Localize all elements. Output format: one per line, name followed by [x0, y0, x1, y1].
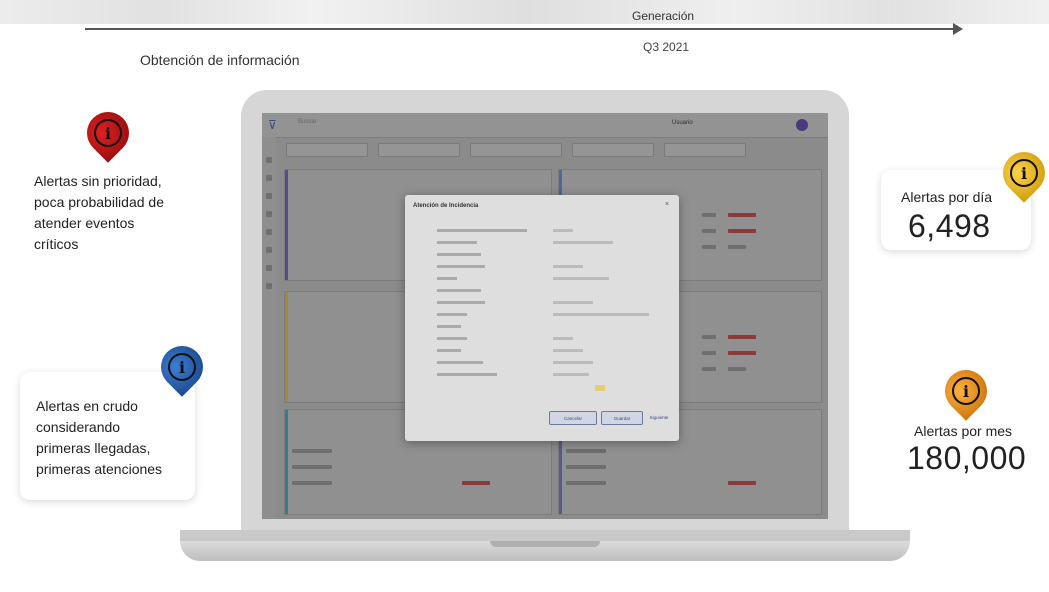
table-cell	[292, 465, 332, 469]
sidebar-item-home-icon[interactable]	[266, 157, 272, 163]
table-cell	[566, 481, 606, 485]
modal-field-value	[553, 229, 573, 232]
sidebar-item-help-icon[interactable]	[266, 283, 272, 289]
save-button[interactable]: Guardar	[601, 411, 643, 425]
table-cell	[702, 245, 716, 249]
timeline-line	[85, 28, 953, 30]
modal-field-label	[437, 301, 485, 304]
app-user-menu[interactable]: Usuario	[672, 120, 693, 126]
table-cell	[292, 481, 332, 485]
timeline-generacion-label: Generación	[632, 9, 695, 23]
next-link[interactable]: Siguiente	[645, 411, 673, 423]
stat-por-mes-label: Alertas por mes	[914, 423, 1013, 439]
info-drop-red-icon: i	[78, 103, 138, 163]
table-cell	[566, 465, 606, 469]
table-cell	[728, 351, 756, 355]
app-topbar	[262, 113, 828, 138]
table-cell	[728, 229, 756, 233]
timeline-period-label: Q3 2021	[643, 40, 690, 54]
table-cell	[728, 335, 756, 339]
modal-title: Atención de Incidencia	[413, 203, 479, 209]
filter-select[interactable]	[470, 143, 562, 157]
table-cell	[702, 229, 716, 233]
stat-por-dia-label: Alertas por día	[901, 189, 993, 205]
table-cell	[702, 351, 716, 355]
modal-field-label	[437, 229, 527, 232]
modal-field-label	[437, 325, 461, 328]
timeline-arrow-icon	[953, 23, 963, 35]
filter-select[interactable]	[664, 143, 746, 157]
sidebar-item-map-icon[interactable]	[266, 265, 272, 271]
modal-field-label	[437, 265, 485, 268]
sidebar-item-calendar-icon[interactable]	[266, 247, 272, 253]
laptop-screen: ⊽ Buscar Usuario Atención de Incidencia …	[262, 113, 828, 519]
modal-field-label	[437, 241, 477, 244]
modal-field-label	[437, 349, 461, 352]
table-cell	[566, 449, 606, 453]
table-cell	[728, 213, 756, 217]
sidebar-item-settings-icon[interactable]	[266, 229, 272, 235]
modal-field-value	[553, 241, 613, 244]
modal-field-value	[553, 265, 583, 268]
header-background	[0, 0, 1049, 24]
status-badge	[595, 385, 605, 391]
modal-field-label	[437, 337, 467, 340]
stat-por-mes-value: 180,000	[907, 440, 1027, 476]
modal-field-value	[553, 361, 593, 364]
filter-select[interactable]	[572, 143, 654, 157]
app-logo-icon: ⊽	[268, 118, 277, 132]
note-en-crudo: Alertas en crudo considerando primeras l…	[36, 398, 163, 477]
modal-field-value	[553, 277, 609, 280]
table-cell	[728, 481, 756, 485]
table-cell	[702, 335, 716, 339]
modal-field-value	[553, 349, 583, 352]
modal-field-value	[553, 301, 593, 304]
table-cell	[702, 213, 716, 217]
close-icon[interactable]: ×	[665, 201, 669, 208]
note-sin-prioridad: Alertas sin prioridad, poca probabilidad…	[34, 173, 164, 252]
modal-field-value	[553, 373, 589, 376]
modal-field-label	[437, 277, 457, 280]
info-drop-orange-icon: i	[936, 361, 996, 421]
table-cell	[702, 367, 716, 371]
modal-field-label	[437, 313, 467, 316]
modal-field-label	[437, 289, 481, 292]
table-cell	[728, 367, 746, 371]
cancel-button[interactable]: Cancelar	[549, 411, 597, 425]
table-cell	[292, 449, 332, 453]
incident-modal: Atención de Incidencia × Cancelar Guarda…	[405, 195, 679, 441]
laptop-notch	[490, 541, 600, 547]
filter-select[interactable]	[378, 143, 460, 157]
modal-field-value	[553, 313, 649, 316]
avatar[interactable]	[796, 119, 808, 131]
modal-field-value	[553, 337, 573, 340]
modal-field-label	[437, 253, 481, 256]
sidebar-item-users-icon[interactable]	[266, 211, 272, 217]
modal-field-label	[437, 373, 497, 376]
modal-field-label	[437, 361, 483, 364]
stat-por-dia-value: 6,498	[908, 208, 991, 244]
table-cell	[462, 481, 490, 485]
sidebar-item-reports-icon[interactable]	[266, 193, 272, 199]
timeline-obtencion-label: Obtención de información	[140, 52, 300, 68]
filter-select[interactable]	[286, 143, 368, 157]
sidebar-item-alerts-icon[interactable]	[266, 175, 272, 181]
table-cell	[728, 245, 746, 249]
app-search-input[interactable]: Buscar	[298, 119, 317, 125]
